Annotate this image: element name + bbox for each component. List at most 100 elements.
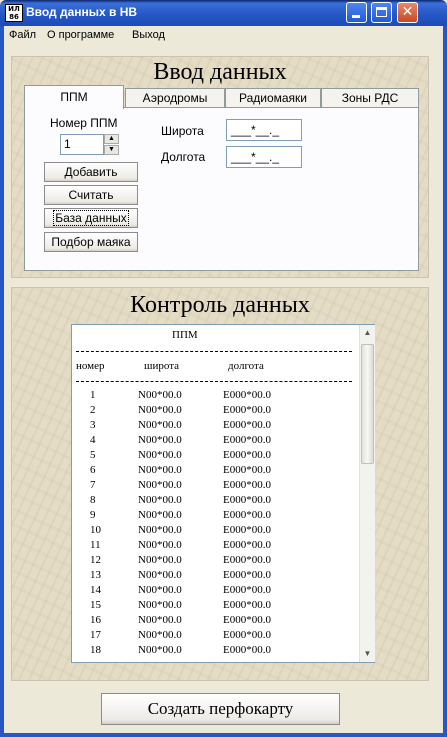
tab-radio-beacons[interactable]: Радиомаяки <box>225 88 321 108</box>
row-number: 14 <box>90 584 101 596</box>
row-latitude: N00*00.0 <box>138 629 182 641</box>
row-longitude: E000*00.0 <box>223 419 271 431</box>
minimize-icon <box>352 15 360 18</box>
row-latitude: N00*00.0 <box>138 404 182 416</box>
database-button-label: База данных <box>53 210 129 226</box>
scroll-down-icon[interactable]: ▼ <box>360 646 375 662</box>
table-row: 6 N00*00.0 E000*00.0 <box>72 464 357 479</box>
header-longitude: долгота <box>228 360 264 372</box>
row-longitude: E000*00.0 <box>223 464 271 476</box>
database-button[interactable]: База данных <box>44 208 138 228</box>
create-punch-card-button[interactable]: Создать перфокарту <box>101 693 340 725</box>
table-row: 14 N00*00.0 E000*00.0 <box>72 584 357 599</box>
row-number: 1 <box>90 389 96 401</box>
row-number: 13 <box>90 569 101 581</box>
row-longitude: E000*00.0 <box>223 524 271 536</box>
scroll-up-icon[interactable]: ▲ <box>360 325 375 341</box>
tab-bar: ППМ Аэродромы Радиомаяки Зоны РДС <box>24 85 422 109</box>
row-latitude: N00*00.0 <box>138 434 182 446</box>
table-row: 3 N00*00.0 E000*00.0 <box>72 419 357 434</box>
menu-exit[interactable]: Выход <box>132 29 165 41</box>
scroll-thumb[interactable] <box>361 344 374 464</box>
tab-rds-zones[interactable]: Зоны РДС <box>321 88 419 108</box>
window-frame-bottom <box>0 733 447 737</box>
maximize-button[interactable] <box>371 2 392 23</box>
menu-file[interactable]: Файл <box>9 29 36 41</box>
table-row: 12 N00*00.0 E000*00.0 <box>72 554 357 569</box>
table-row: 8 N00*00.0 E000*00.0 <box>72 494 357 509</box>
divider <box>76 381 352 382</box>
app-icon[interactable]: ИЛ 86 <box>5 4 23 22</box>
row-number: 18 <box>90 644 101 656</box>
row-longitude: E000*00.0 <box>223 644 271 656</box>
header-latitude: широта <box>144 360 180 372</box>
row-longitude: E000*00.0 <box>223 494 271 506</box>
title-bar[interactable]: ИЛ 86 Ввод данных в НВ ✕ <box>0 0 447 26</box>
longitude-input[interactable]: ___*__._ <box>226 146 302 168</box>
tab-aerodromes[interactable]: Аэродромы <box>125 88 225 108</box>
latitude-input[interactable]: ___*__._ <box>226 119 302 141</box>
tab-ppm[interactable]: ППМ <box>24 85 124 109</box>
beacon-select-button[interactable]: Подбор маяка <box>44 232 138 252</box>
row-latitude: N00*00.0 <box>138 479 182 491</box>
row-number: 6 <box>90 464 96 476</box>
row-latitude: N00*00.0 <box>138 554 182 566</box>
row-latitude: N00*00.0 <box>138 569 182 581</box>
row-longitude: E000*00.0 <box>223 434 271 446</box>
row-longitude: E000*00.0 <box>223 539 271 551</box>
table-row: 11 N00*00.0 E000*00.0 <box>72 539 357 554</box>
spin-up-icon[interactable]: ▲ <box>104 134 119 144</box>
row-number: 2 <box>90 404 96 416</box>
row-latitude: N00*00.0 <box>138 389 182 401</box>
read-button[interactable]: Считать <box>44 185 138 205</box>
row-longitude: E000*00.0 <box>223 614 271 626</box>
divider <box>76 351 352 352</box>
row-number: 5 <box>90 449 96 461</box>
row-longitude: E000*00.0 <box>223 569 271 581</box>
row-longitude: E000*00.0 <box>223 404 271 416</box>
row-longitude: E000*00.0 <box>223 479 271 491</box>
row-latitude: N00*00.0 <box>138 419 182 431</box>
spin-down-icon[interactable]: ▼ <box>104 145 119 155</box>
longitude-label: Долгота <box>161 150 206 164</box>
table-row: 15 N00*00.0 E000*00.0 <box>72 599 357 614</box>
ppm-number-input[interactable]: 1 <box>60 134 104 155</box>
report-list[interactable]: ППМ номер широта долгота 1 N00*00.0 E000*0… <box>71 324 375 663</box>
window-frame-right <box>443 26 447 737</box>
row-latitude: N00*00.0 <box>138 599 182 611</box>
table-row: 9 N00*00.0 E000*00.0 <box>72 509 357 524</box>
table-row: 5 N00*00.0 E000*00.0 <box>72 449 357 464</box>
report-title: ППМ <box>172 329 198 341</box>
report-scrollbar[interactable]: ▲ ▼ <box>359 325 375 662</box>
row-number: 11 <box>90 539 101 551</box>
window-title: Ввод данных в НВ <box>26 5 138 19</box>
row-latitude: N00*00.0 <box>138 464 182 476</box>
close-button[interactable]: ✕ <box>397 2 418 23</box>
row-number: 16 <box>90 614 101 626</box>
input-panel-title: Ввод данных <box>153 59 287 85</box>
window-frame-left <box>0 26 4 737</box>
table-row: 10 N00*00.0 E000*00.0 <box>72 524 357 539</box>
row-number: 17 <box>90 629 101 641</box>
menu-about[interactable]: О программе <box>47 29 114 41</box>
row-latitude: N00*00.0 <box>138 584 182 596</box>
row-number: 8 <box>90 494 96 506</box>
header-number: номер <box>76 360 105 372</box>
row-longitude: E000*00.0 <box>223 554 271 566</box>
table-row: 7 N00*00.0 E000*00.0 <box>72 479 357 494</box>
table-row: 1 N00*00.0 E000*00.0 <box>72 389 357 404</box>
table-row: 4 N00*00.0 E000*00.0 <box>72 434 357 449</box>
row-number: 12 <box>90 554 101 566</box>
row-number: 4 <box>90 434 96 446</box>
menu-bar: Файл О программе Выход <box>4 27 443 45</box>
row-latitude: N00*00.0 <box>138 614 182 626</box>
row-longitude: E000*00.0 <box>223 509 271 521</box>
maximize-icon <box>376 7 387 17</box>
add-button[interactable]: Добавить <box>44 162 138 182</box>
row-longitude: E000*00.0 <box>223 629 271 641</box>
minimize-button[interactable] <box>346 2 367 23</box>
row-latitude: N00*00.0 <box>138 644 182 656</box>
row-latitude: N00*00.0 <box>138 509 182 521</box>
ppm-number-spinner[interactable]: 1 ▲ ▼ <box>60 134 120 155</box>
row-longitude: E000*00.0 <box>223 449 271 461</box>
